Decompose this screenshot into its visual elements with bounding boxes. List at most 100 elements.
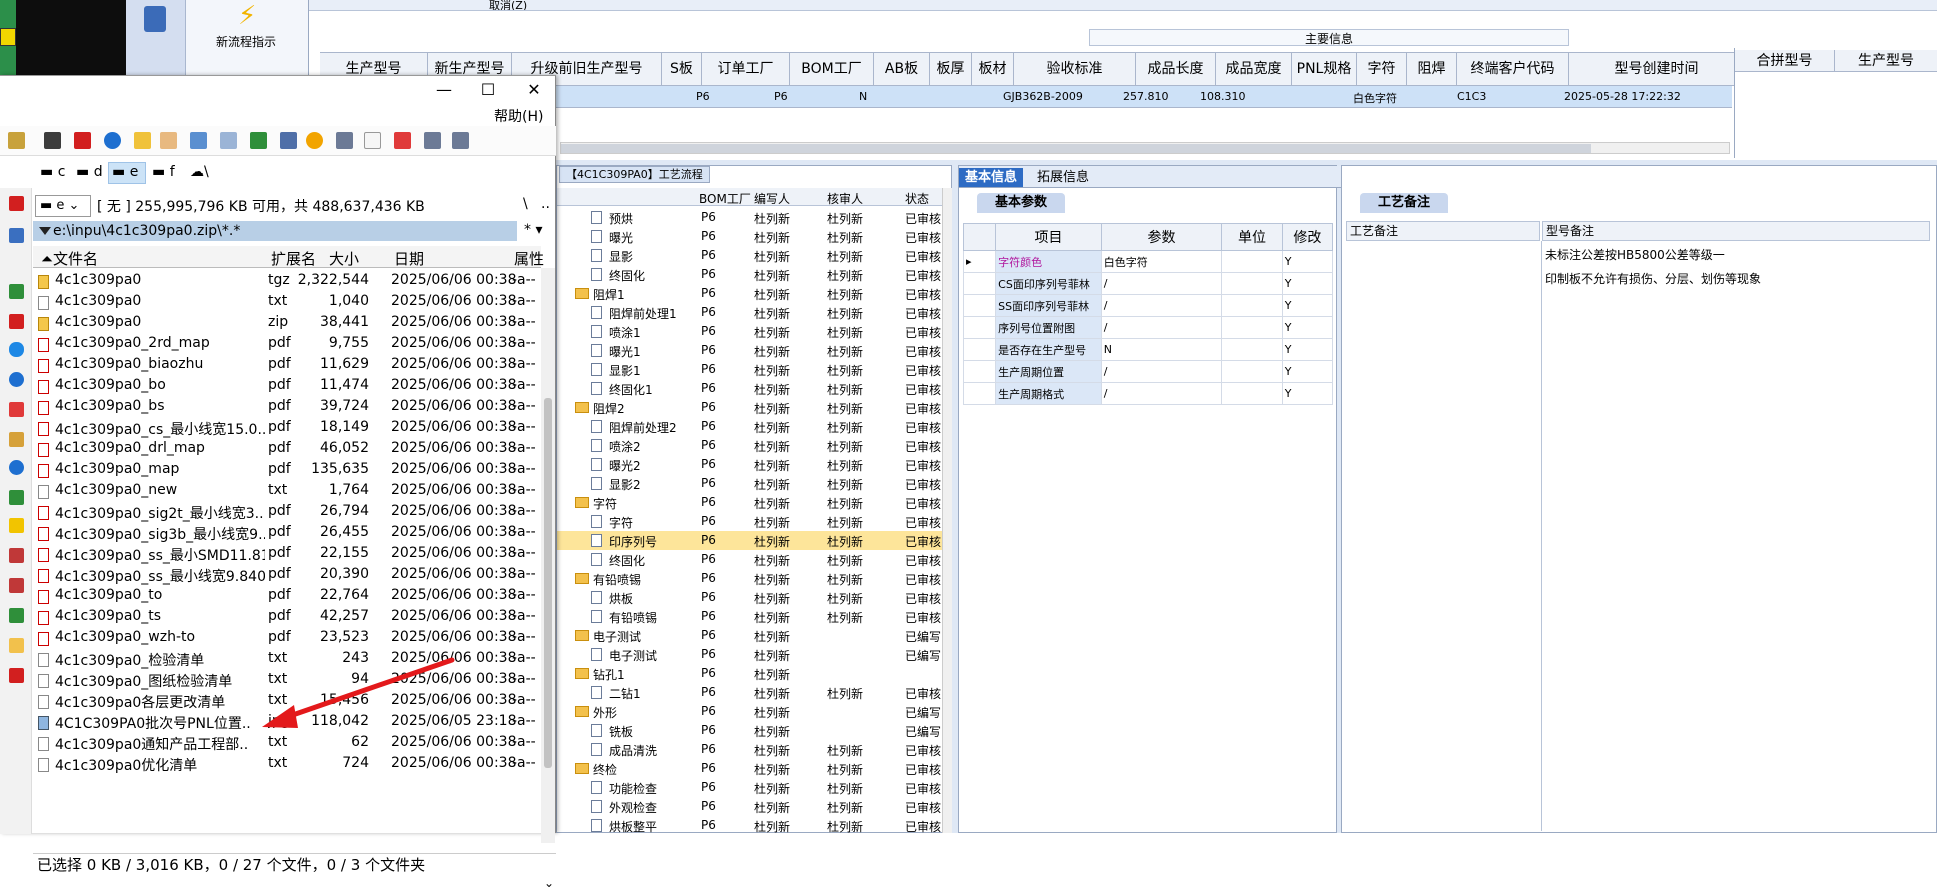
tool-shortcut-icon[interactable]	[9, 402, 24, 417]
pdf2-shortcut-icon[interactable]	[9, 314, 24, 329]
pdf-icon[interactable]	[74, 132, 91, 149]
grid-col-15[interactable]: 终端客户代码	[1457, 53, 1569, 85]
chevron-down-icon[interactable]: ⌄	[544, 876, 554, 890]
file-row[interactable]: 4c1c309pa0_ss_最小线宽9.840 pdf 20,390 2025/06/…	[33, 565, 541, 586]
process-row[interactable]: 烘板整平 P6 杜列新 杜列新 已审核	[557, 816, 942, 835]
process-row[interactable]: 阻焊前处理2 P6 杜列新 杜列新 已审核	[557, 417, 942, 436]
root-button[interactable]: \	[523, 196, 528, 212]
app2-shortcut-icon[interactable]	[9, 578, 24, 593]
network-icon[interactable]	[44, 132, 61, 149]
file-row[interactable]: 4c1c309pa0 zip 38,441 2025/06/06 00:38 -a--	[33, 313, 541, 334]
photo-shortcut-icon[interactable]	[9, 432, 24, 447]
grid-col-7[interactable]: 板厚	[930, 53, 972, 85]
filter-button[interactable]: * ▾	[524, 222, 542, 238]
process-row[interactable]: 有铅喷锡 P6 杜列新 杜列新 已审核	[557, 607, 942, 626]
shield-icon[interactable]	[306, 132, 323, 149]
print-icon[interactable]	[220, 132, 237, 149]
file-row[interactable]: 4c1c309pa0_map pdf 135,635 2025/06/06 00:38…	[33, 460, 541, 481]
process-row[interactable]: 外观检查 P6 杜列新 杜列新 已审核	[557, 797, 942, 816]
grid-col-5[interactable]: BOM工厂	[790, 53, 874, 85]
pdf3-shortcut-icon[interactable]	[9, 668, 24, 683]
process-row[interactable]: 字符 P6 杜列新 杜列新 已审核	[557, 512, 942, 531]
new-process-tool[interactable]: ⚡ 新流程指示	[186, 0, 308, 75]
file-row[interactable]: 4c1c309pa0_to pdf 22,764 2025/06/06 00:38 -a…	[33, 586, 541, 607]
process-row[interactable]: 终固化 P6 杜列新 杜列新 已审核	[557, 550, 942, 569]
file-row[interactable]: 4c1c309pa0_图纸检验清单 txt 94 2025/06/06 00:38 -a…	[33, 670, 541, 691]
file-row[interactable]: 4c1c309pa0_ts pdf 42,257 2025/06/06 00:38 -a…	[33, 607, 541, 628]
refresh-icon[interactable]	[8, 132, 25, 149]
app-shortcut-icon[interactable]	[9, 548, 24, 563]
tab-basic-info[interactable]: 基本信息	[959, 168, 1024, 187]
process-row[interactable]: 显影 P6 杜列新 杜列新 已审核	[557, 246, 942, 265]
file-row[interactable]: 4C1C309PA0批次号PNL位置.. jpg 118,042 2025/06/05…	[33, 712, 541, 733]
drive-c[interactable]: ▬ c	[40, 164, 65, 180]
col-size[interactable]: 大小	[329, 248, 359, 269]
process-row[interactable]: 曝光1 P6 杜列新 杜列新 已审核	[557, 341, 942, 360]
param-row[interactable]: 生产周期格式 / Y	[962, 382, 1334, 405]
process-row[interactable]: 阻焊前处理1 P6 杜列新 杜列新 已审核	[557, 303, 942, 322]
process-row[interactable]: 功能检查 P6 杜列新 杜列新 已审核	[557, 778, 942, 797]
document-icon[interactable]	[190, 132, 207, 149]
file-list-vscroll[interactable]	[541, 268, 555, 843]
process-row[interactable]: 预烘 P6 杜列新 杜列新 已审核	[557, 208, 942, 227]
grid-col-14[interactable]: 阻焊	[1407, 53, 1457, 85]
grid-col-11[interactable]: 成品宽度	[1216, 53, 1292, 85]
col-ext[interactable]: 扩展名	[271, 248, 316, 269]
info-shortcut-icon[interactable]	[9, 372, 24, 387]
process-row[interactable]: 终固化1 P6 杜列新 杜列新 已审核	[557, 379, 942, 398]
col-date[interactable]: 日期	[394, 248, 424, 269]
param-row[interactable]: ▸ 字符颜色 白色字符 Y	[962, 250, 1334, 273]
basic-params-tab[interactable]: 基本参数	[977, 193, 1066, 213]
user-shortcut-icon[interactable]	[9, 284, 24, 299]
process-row[interactable]: 电子测试 P6 杜列新 已编写	[557, 645, 942, 664]
file-row[interactable]: 4c1c309pa0_sig3b_最小线宽9.. pdf 26,455 2025/06…	[33, 523, 541, 544]
help-menu[interactable]: 帮助(H)	[494, 106, 543, 126]
file-row[interactable]: 4c1c309pa0_检验清单 txt 243 2025/06/06 00:38 -a-…	[33, 649, 541, 670]
process-row[interactable]: 终固化 P6 杜列新 杜列新 已审核	[557, 265, 942, 284]
tab-extended-info[interactable]: 拓展信息	[1031, 168, 1095, 187]
process-row[interactable]: 显影1 P6 杜列新 杜列新 已审核	[557, 360, 942, 379]
maximize-button[interactable]: ☐	[468, 80, 508, 100]
process-row[interactable]: 外形 P6 杜列新 已编写	[557, 702, 942, 721]
process-row[interactable]: 阻焊2 P6 杜列新 杜列新 已审核	[557, 398, 942, 417]
process-row[interactable]: 喷涂1 P6 杜列新 杜列新 已审核	[557, 322, 942, 341]
grid-col-16[interactable]: 型号创建时间	[1569, 53, 1745, 85]
file-row[interactable]: 4c1c309pa0_2rd_map pdf 9,755 2025/06/06 00:…	[33, 334, 541, 355]
file-row[interactable]: 4c1c309pa0通知产品工程部.. txt 62 2025/06/06 00:38…	[33, 733, 541, 754]
process-row[interactable]: 终检 P6 杜列新 杜列新 已审核	[557, 759, 942, 778]
browser-icon[interactable]	[104, 132, 121, 149]
close-button[interactable]: ✕	[514, 80, 554, 100]
cancel-label[interactable]: 取消(Z)	[489, 0, 527, 10]
file-row[interactable]: 4c1c309pa0_biaozhu pdf 11,629 2025/06/06 00…	[33, 355, 541, 376]
file-row[interactable]: 4c1c309pa0_sig2t_最小线宽3.. pdf 26,794 2025/06…	[33, 502, 541, 523]
col-name[interactable]: ⏶文件名	[41, 248, 98, 269]
blank-icon[interactable]	[364, 132, 381, 149]
process-row[interactable]: 阻焊1 P6 杜列新 杜列新 已审核	[557, 284, 942, 303]
user2-shortcut-icon[interactable]	[9, 608, 24, 623]
grid-col-10[interactable]: 成品长度	[1136, 53, 1216, 85]
process-row[interactable]: 有铅喷锡 P6 杜列新 杜列新 已审核	[557, 569, 942, 588]
calculator-tool[interactable]	[126, 0, 186, 75]
param-row[interactable]: 生产周期位置 / Y	[962, 360, 1334, 383]
file-row[interactable]: 4c1c309pa0各层更改清单 txt 15,456 2025/06/06 00:3…	[33, 691, 541, 712]
process-row[interactable]: 喷涂2 P6 杜列新 杜列新 已审核	[557, 436, 942, 455]
process-row[interactable]: 电子测试 P6 杜列新 已编写	[557, 626, 942, 645]
grid-col-4[interactable]: 订单工厂	[702, 53, 790, 85]
file-row[interactable]: 4c1c309pa0_cs_最小线宽15.0.. pdf 18,149 2025/06…	[33, 418, 541, 439]
acrobat-icon[interactable]	[394, 132, 411, 149]
settings-icon[interactable]	[280, 132, 297, 149]
file-row[interactable]: 4c1c309pa0 tgz 2,322,544 2025/06/06 00:38 -a…	[33, 271, 541, 292]
file-row[interactable]: 4c1c309pa0_wzh-to pdf 23,523 2025/06/06 00:…	[33, 628, 541, 649]
grid-col-12[interactable]: PNL规格	[1292, 53, 1357, 85]
grid-col-13[interactable]: 字符	[1357, 53, 1407, 85]
file-row[interactable]: 4c1c309pa0_bs pdf 39,724 2025/06/06 00:38 -a…	[33, 397, 541, 418]
process-row[interactable]: 曝光2 P6 杜列新 杜列新 已审核	[557, 455, 942, 474]
file-row[interactable]: 4c1c309pa0 txt 1,040 2025/06/06 00:38 -a--	[33, 292, 541, 313]
minimize-button[interactable]: —	[424, 80, 464, 100]
grid-col-6[interactable]: AB板	[874, 53, 930, 85]
file-row[interactable]: 4c1c309pa0_drl_map pdf 46,052 2025/06/06 00…	[33, 439, 541, 460]
file-row[interactable]: 4c1c309pa0_bo pdf 11,474 2025/06/06 00:38 -a…	[33, 376, 541, 397]
up-button[interactable]: ..	[541, 196, 550, 212]
drive-e[interactable]: ▬ e	[112, 164, 138, 180]
drive-f[interactable]: ▬ f	[152, 164, 175, 180]
